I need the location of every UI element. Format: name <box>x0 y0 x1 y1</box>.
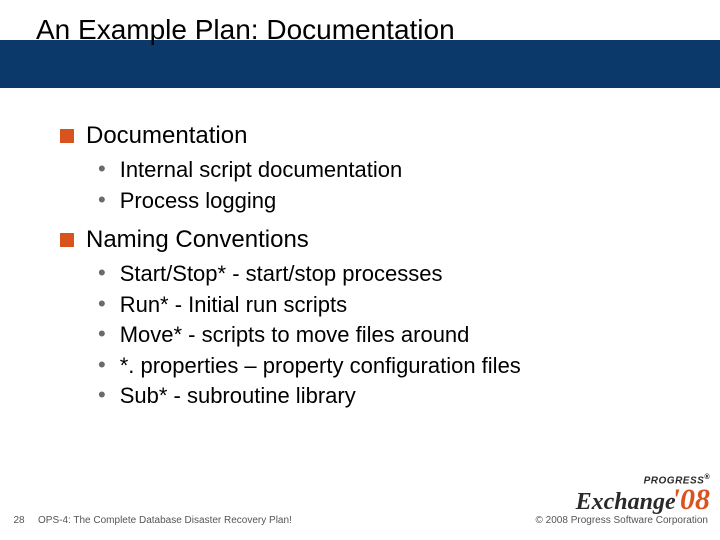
content-area: Documentation • Internal script document… <box>60 122 660 422</box>
sub-bullet: • Process logging <box>98 187 660 215</box>
dot-bullet-icon: • <box>98 262 106 284</box>
sub-bullet-list: • Internal script documentation • Proces… <box>98 156 660 214</box>
sub-bullet: • Start/Stop* - start/stop processes <box>98 260 660 288</box>
section: Documentation • Internal script document… <box>60 122 660 214</box>
section-header: Documentation <box>60 122 660 150</box>
sub-bullet: • Sub* - subroutine library <box>98 382 660 410</box>
registered-mark-icon: ® <box>704 474 710 481</box>
sub-bullet-text: Run* - Initial run scripts <box>120 291 347 319</box>
sub-bullet-text: *. properties – property configuration f… <box>120 352 521 380</box>
sub-bullet: • *. properties – property configuration… <box>98 352 660 380</box>
title-bar-background <box>0 40 720 88</box>
sub-bullet: • Move* - scripts to move files around <box>98 321 660 349</box>
dot-bullet-icon: • <box>98 323 106 345</box>
dot-bullet-icon: • <box>98 158 106 180</box>
dot-bullet-icon: • <box>98 384 106 406</box>
sub-bullet: • Internal script documentation <box>98 156 660 184</box>
sub-bullet-text: Process logging <box>120 187 277 215</box>
sub-bullet-text: Sub* - subroutine library <box>120 382 356 410</box>
sub-bullet: • Run* - Initial run scripts <box>98 291 660 319</box>
section-title: Naming Conventions <box>86 226 309 254</box>
section-header: Naming Conventions <box>60 226 660 254</box>
dot-bullet-icon: • <box>98 293 106 315</box>
dot-bullet-icon: • <box>98 189 106 211</box>
slide: An Example Plan: Documentation Documenta… <box>0 0 720 540</box>
section: Naming Conventions • Start/Stop* - start… <box>60 226 660 410</box>
dot-bullet-icon: • <box>98 354 106 376</box>
sub-bullet-text: Move* - scripts to move files around <box>120 321 470 349</box>
footer: 28 OPS-4: The Complete Database Disaster… <box>0 508 720 532</box>
square-bullet-icon <box>60 233 74 247</box>
footer-deck-title: OPS-4: The Complete Database Disaster Re… <box>38 515 536 526</box>
sub-bullet-text: Internal script documentation <box>120 156 403 184</box>
title-area: An Example Plan: Documentation <box>0 0 720 88</box>
square-bullet-icon <box>60 129 74 143</box>
footer-copyright: © 2008 Progress Software Corporation <box>536 515 720 526</box>
sub-bullet-list: • Start/Stop* - start/stop processes • R… <box>98 260 660 410</box>
slide-title: An Example Plan: Documentation <box>36 14 455 46</box>
sub-bullet-text: Start/Stop* - start/stop processes <box>120 260 443 288</box>
section-title: Documentation <box>86 122 247 150</box>
page-number: 28 <box>0 515 38 526</box>
